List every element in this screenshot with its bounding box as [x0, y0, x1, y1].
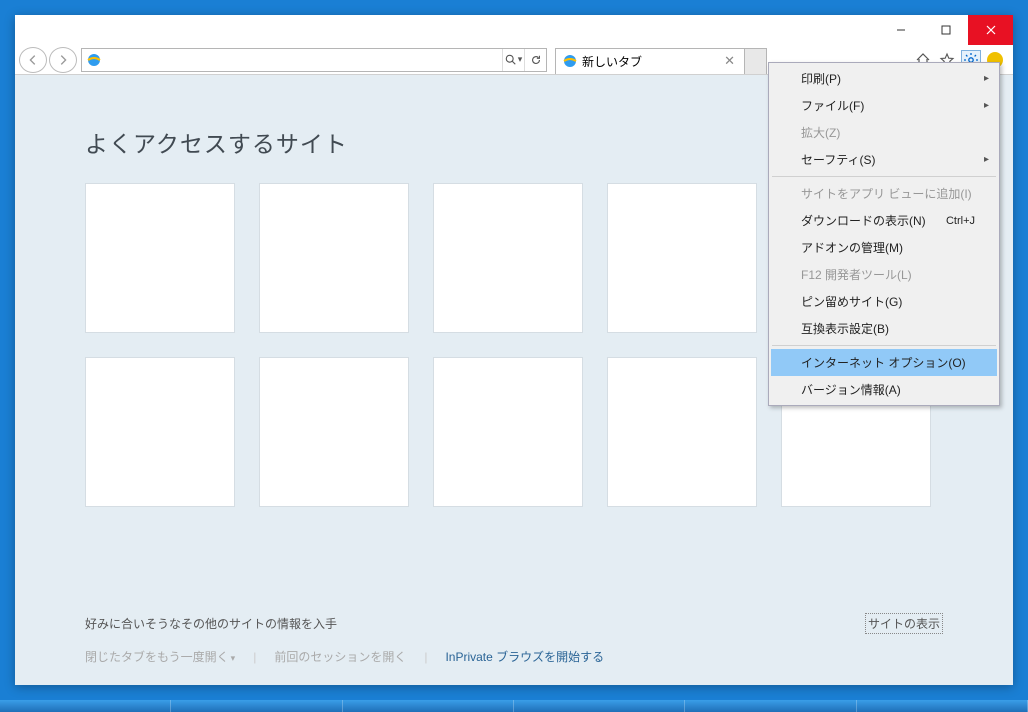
menu-print[interactable]: 印刷(P)▸ — [771, 65, 997, 92]
show-sites-link[interactable]: サイトの表示 — [865, 613, 943, 634]
tab-new[interactable]: 新しいタブ ✕ — [555, 48, 745, 74]
reopen-last-session-link[interactable]: 前回のセッションを開く — [274, 648, 406, 665]
new-tab-button[interactable] — [745, 48, 767, 74]
ie-logo-icon — [562, 53, 578, 69]
site-tile[interactable] — [607, 183, 757, 333]
site-tile[interactable] — [433, 357, 583, 507]
address-bar[interactable]: ▾ — [81, 48, 547, 72]
refresh-button[interactable] — [524, 49, 546, 71]
titlebar — [15, 15, 1013, 45]
site-tile[interactable] — [607, 357, 757, 507]
forward-button[interactable] — [49, 47, 77, 73]
maximize-button[interactable] — [923, 15, 968, 45]
menu-f12-devtools[interactable]: F12 開発者ツール(L) — [771, 261, 997, 288]
suggested-sites-text: 好みに合いそうなその他のサイトの情報を入手 — [85, 615, 337, 632]
menu-separator — [772, 176, 996, 177]
menu-separator — [772, 345, 996, 346]
search-button[interactable]: ▾ — [502, 49, 524, 71]
close-button[interactable] — [968, 15, 1013, 45]
menu-add-to-apps[interactable]: サイトをアプリ ビューに追加(I) — [771, 180, 997, 207]
menu-internet-options[interactable]: インターネット オプション(O) — [771, 349, 997, 376]
menu-compat-view[interactable]: 互換表示設定(B) — [771, 315, 997, 342]
ie-logo-icon — [86, 52, 102, 68]
menu-about[interactable]: バージョン情報(A) — [771, 376, 997, 403]
menu-downloads[interactable]: ダウンロードの表示(N)Ctrl+J — [771, 207, 997, 234]
minimize-button[interactable] — [878, 15, 923, 45]
menu-pinned-sites[interactable]: ピン留めサイト(G) — [771, 288, 997, 315]
menu-zoom[interactable]: 拡大(Z) — [771, 119, 997, 146]
site-tile[interactable] — [85, 357, 235, 507]
menu-addons[interactable]: アドオンの管理(M) — [771, 234, 997, 261]
back-button[interactable] — [19, 47, 47, 73]
tab-close-button[interactable]: ✕ — [721, 53, 738, 69]
site-tile[interactable] — [433, 183, 583, 333]
site-tile[interactable] — [259, 183, 409, 333]
start-inprivate-link[interactable]: InPrivate ブラウズを開始する — [445, 648, 604, 665]
menu-file[interactable]: ファイル(F)▸ — [771, 92, 997, 119]
tab-title: 新しいタブ — [582, 53, 642, 70]
tools-menu: 印刷(P)▸ ファイル(F)▸ 拡大(Z) セーフティ(S)▸ サイトをアプリ … — [768, 62, 1000, 406]
url-input[interactable] — [106, 49, 502, 71]
menu-safety[interactable]: セーフティ(S)▸ — [771, 146, 997, 173]
bottom-bar: 好みに合いそうなその他のサイトの情報を入手 サイトの表示 閉じたタブをもう一度開… — [85, 613, 943, 665]
site-tile[interactable] — [85, 183, 235, 333]
reopen-closed-tab-link[interactable]: 閉じたタブをもう一度開く▾ — [85, 648, 235, 665]
site-tile[interactable] — [259, 357, 409, 507]
taskbar[interactable] — [0, 700, 1028, 712]
